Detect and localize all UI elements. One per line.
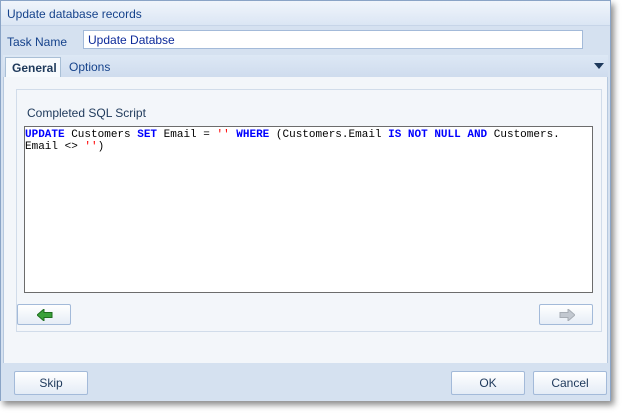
task-name-input[interactable] [83, 30, 583, 49]
sql-keyword: AND [467, 129, 488, 141]
sql-line-2: Email <> '') [25, 141, 104, 153]
sql-text: Email <> [25, 141, 85, 153]
tab-general[interactable]: General [5, 57, 61, 78]
sql-script-editor[interactable]: UPDATE Customers SET Email = '' WHERE (C… [24, 126, 593, 293]
window-title: Update database records [7, 7, 142, 21]
arrow-left-green-icon [37, 309, 53, 321]
sql-text: ) [97, 141, 105, 153]
arrow-right-gray-icon [559, 309, 575, 321]
sql-keyword: UPDATE [25, 129, 65, 141]
button-bar: Skip OK Cancel [1, 363, 610, 401]
ok-button[interactable]: OK [451, 371, 525, 395]
sql-text: Customers [64, 129, 138, 141]
tab-strip: General Options [3, 55, 608, 78]
sql-keyword: WHERE [236, 129, 270, 141]
title-bar[interactable]: Update database records [1, 1, 610, 26]
cancel-button[interactable]: Cancel [533, 371, 607, 395]
sql-text: Email = [157, 129, 217, 141]
sql-text: Customers. [487, 129, 560, 141]
sql-group: Completed SQL Script UPDATE Customers SE… [16, 89, 602, 332]
sql-keyword: IS NOT NULL [388, 129, 461, 141]
dialog-window: Update database records Task Name Genera… [0, 0, 611, 401]
general-panel: Completed SQL Script UPDATE Customers SE… [3, 77, 608, 364]
triangle-down-icon[interactable] [594, 63, 604, 69]
tab-options[interactable]: Options [63, 57, 116, 77]
sql-string: '' [84, 141, 98, 153]
sql-string: '' [216, 129, 230, 141]
forward-button[interactable] [539, 304, 593, 325]
back-button[interactable] [17, 304, 71, 325]
sql-line-1: UPDATE Customers SET Email = '' WHERE (C… [25, 129, 560, 141]
sql-keyword: SET [137, 129, 158, 141]
skip-button[interactable]: Skip [14, 371, 88, 395]
task-name-label: Task Name [7, 35, 68, 49]
sql-caption: Completed SQL Script [27, 106, 146, 120]
sql-text: (Customers.Email [269, 129, 389, 141]
